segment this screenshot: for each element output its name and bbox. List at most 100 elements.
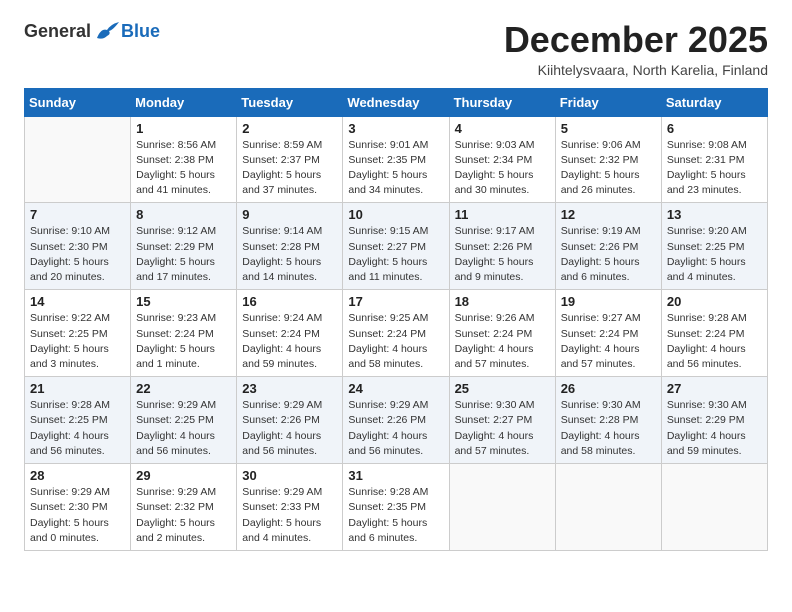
calendar-cell: 3 Sunrise: 9:01 AMSunset: 2:35 PMDaylight… [343, 116, 449, 203]
day-info: Sunrise: 9:26 AMSunset: 2:24 PMDaylight:… [455, 311, 550, 372]
day-number: 4 [455, 121, 550, 136]
calendar-cell: 23Sunrise: 9:29 AMSunset: 2:26 PMDayligh… [237, 377, 343, 464]
day-number: 26 [561, 381, 656, 396]
day-info: Sunrise: 8:56 AMSunset: 2:38 PMDaylight:… [136, 138, 231, 199]
calendar-cell: 8 Sunrise: 9:12 AMSunset: 2:29 PMDaylight… [131, 203, 237, 290]
title-block: December 2025 Kiihtelysvaara, North Kare… [504, 20, 768, 78]
day-number: 9 [242, 207, 337, 222]
calendar-cell: 24 Sunrise: 9:29 AMSunset: 2:26 PMDayligh… [343, 377, 449, 464]
day-info: Sunrise: 9:29 AMSunset: 2:25 PMDaylight:… [136, 398, 231, 459]
calendar-cell: 20 Sunrise: 9:28 AMSunset: 2:24 PMDayligh… [661, 290, 767, 377]
day-number: 23 [242, 381, 337, 396]
logo-blue-text: Blue [121, 21, 160, 42]
day-info: Sunrise: 9:06 AMSunset: 2:32 PMDaylight:… [561, 138, 656, 199]
calendar-cell: 12 Sunrise: 9:19 AMSunset: 2:26 PMDayligh… [555, 203, 661, 290]
day-info: Sunrise: 9:12 AMSunset: 2:29 PMDaylight:… [136, 224, 231, 285]
day-info: Sunrise: 9:17 AMSunset: 2:26 PMDaylight:… [455, 224, 550, 285]
day-number: 22 [136, 381, 231, 396]
calendar-week-row: 14 Sunrise: 9:22 AMSunset: 2:25 PMDayligh… [25, 290, 768, 377]
logo-bird-icon [93, 20, 121, 42]
day-info: Sunrise: 9:08 AMSunset: 2:31 PMDaylight:… [667, 138, 762, 199]
weekday-header-saturday: Saturday [661, 88, 767, 116]
day-info: Sunrise: 9:10 AMSunset: 2:30 PMDaylight:… [30, 224, 125, 285]
weekday-header-tuesday: Tuesday [237, 88, 343, 116]
calendar-cell: 1 Sunrise: 8:56 AMSunset: 2:38 PMDaylight… [131, 116, 237, 203]
calendar-cell: 21 Sunrise: 9:28 AMSunset: 2:25 PMDayligh… [25, 377, 131, 464]
calendar-cell: 19Sunrise: 9:27 AMSunset: 2:24 PMDayligh… [555, 290, 661, 377]
day-number: 5 [561, 121, 656, 136]
day-info: Sunrise: 8:59 AMSunset: 2:37 PMDaylight:… [242, 138, 337, 199]
calendar-cell: 11 Sunrise: 9:17 AMSunset: 2:26 PMDayligh… [449, 203, 555, 290]
calendar-cell: 4 Sunrise: 9:03 AMSunset: 2:34 PMDaylight… [449, 116, 555, 203]
day-info: Sunrise: 9:19 AMSunset: 2:26 PMDaylight:… [561, 224, 656, 285]
calendar-cell: 10 Sunrise: 9:15 AMSunset: 2:27 PMDayligh… [343, 203, 449, 290]
weekday-header-thursday: Thursday [449, 88, 555, 116]
day-number: 24 [348, 381, 443, 396]
logo-general-text: General [24, 21, 91, 42]
day-info: Sunrise: 9:29 AMSunset: 2:26 PMDaylight:… [348, 398, 443, 459]
day-info: Sunrise: 9:15 AMSunset: 2:27 PMDaylight:… [348, 224, 443, 285]
day-number: 8 [136, 207, 231, 222]
calendar-cell: 9Sunrise: 9:14 AMSunset: 2:28 PMDaylight… [237, 203, 343, 290]
calendar-cell: 30 Sunrise: 9:29 AMSunset: 2:33 PMDayligh… [237, 464, 343, 551]
calendar-week-row: 1 Sunrise: 8:56 AMSunset: 2:38 PMDaylight… [25, 116, 768, 203]
day-info: Sunrise: 9:01 AMSunset: 2:35 PMDaylight:… [348, 138, 443, 199]
day-info: Sunrise: 9:29 AMSunset: 2:32 PMDaylight:… [136, 485, 231, 546]
day-number: 12 [561, 207, 656, 222]
calendar-cell: 29 Sunrise: 9:29 AMSunset: 2:32 PMDayligh… [131, 464, 237, 551]
day-info: Sunrise: 9:24 AMSunset: 2:24 PMDaylight:… [242, 311, 337, 372]
calendar-cell [25, 116, 131, 203]
day-number: 1 [136, 121, 231, 136]
calendar-cell: 25 Sunrise: 9:30 AMSunset: 2:27 PMDayligh… [449, 377, 555, 464]
weekday-header-sunday: Sunday [25, 88, 131, 116]
calendar-cell [555, 464, 661, 551]
weekday-header-wednesday: Wednesday [343, 88, 449, 116]
day-number: 2 [242, 121, 337, 136]
calendar-table: SundayMondayTuesdayWednesdayThursdayFrid… [24, 88, 768, 551]
month-title: December 2025 [504, 20, 768, 60]
calendar-cell: 27Sunrise: 9:30 AMSunset: 2:29 PMDayligh… [661, 377, 767, 464]
day-info: Sunrise: 9:30 AMSunset: 2:28 PMDaylight:… [561, 398, 656, 459]
day-number: 31 [348, 468, 443, 483]
day-number: 25 [455, 381, 550, 396]
day-info: Sunrise: 9:30 AMSunset: 2:27 PMDaylight:… [455, 398, 550, 459]
calendar-week-row: 7Sunrise: 9:10 AMSunset: 2:30 PMDaylight… [25, 203, 768, 290]
calendar-cell: 2 Sunrise: 8:59 AMSunset: 2:37 PMDaylight… [237, 116, 343, 203]
day-info: Sunrise: 9:28 AMSunset: 2:24 PMDaylight:… [667, 311, 762, 372]
day-info: Sunrise: 9:28 AMSunset: 2:25 PMDaylight:… [30, 398, 125, 459]
day-number: 29 [136, 468, 231, 483]
day-info: Sunrise: 9:29 AMSunset: 2:33 PMDaylight:… [242, 485, 337, 546]
day-info: Sunrise: 9:20 AMSunset: 2:25 PMDaylight:… [667, 224, 762, 285]
day-info: Sunrise: 9:03 AMSunset: 2:34 PMDaylight:… [455, 138, 550, 199]
calendar-cell: 31 Sunrise: 9:28 AMSunset: 2:35 PMDayligh… [343, 464, 449, 551]
page-header: General Blue December 2025 Kiihtelysvaar… [24, 20, 768, 78]
calendar-cell: 28Sunrise: 9:29 AMSunset: 2:30 PMDayligh… [25, 464, 131, 551]
day-number: 11 [455, 207, 550, 222]
calendar-cell: 13 Sunrise: 9:20 AMSunset: 2:25 PMDayligh… [661, 203, 767, 290]
day-number: 13 [667, 207, 762, 222]
day-info: Sunrise: 9:29 AMSunset: 2:30 PMDaylight:… [30, 485, 125, 546]
calendar-cell: 26 Sunrise: 9:30 AMSunset: 2:28 PMDayligh… [555, 377, 661, 464]
day-number: 3 [348, 121, 443, 136]
day-number: 20 [667, 294, 762, 309]
day-number: 14 [30, 294, 125, 309]
day-info: Sunrise: 9:22 AMSunset: 2:25 PMDaylight:… [30, 311, 125, 372]
day-info: Sunrise: 9:28 AMSunset: 2:35 PMDaylight:… [348, 485, 443, 546]
logo: General Blue [24, 20, 160, 42]
weekday-header-monday: Monday [131, 88, 237, 116]
day-number: 30 [242, 468, 337, 483]
calendar-cell: 5 Sunrise: 9:06 AMSunset: 2:32 PMDaylight… [555, 116, 661, 203]
calendar-cell: 18Sunrise: 9:26 AMSunset: 2:24 PMDayligh… [449, 290, 555, 377]
day-info: Sunrise: 9:25 AMSunset: 2:24 PMDaylight:… [348, 311, 443, 372]
day-number: 17 [348, 294, 443, 309]
calendar-cell [661, 464, 767, 551]
calendar-cell: 22 Sunrise: 9:29 AMSunset: 2:25 PMDayligh… [131, 377, 237, 464]
day-number: 21 [30, 381, 125, 396]
calendar-cell: 15Sunrise: 9:23 AMSunset: 2:24 PMDayligh… [131, 290, 237, 377]
day-number: 16 [242, 294, 337, 309]
day-number: 6 [667, 121, 762, 136]
calendar-week-row: 28Sunrise: 9:29 AMSunset: 2:30 PMDayligh… [25, 464, 768, 551]
day-number: 10 [348, 207, 443, 222]
calendar-cell: 16 Sunrise: 9:24 AMSunset: 2:24 PMDayligh… [237, 290, 343, 377]
day-info: Sunrise: 9:27 AMSunset: 2:24 PMDaylight:… [561, 311, 656, 372]
